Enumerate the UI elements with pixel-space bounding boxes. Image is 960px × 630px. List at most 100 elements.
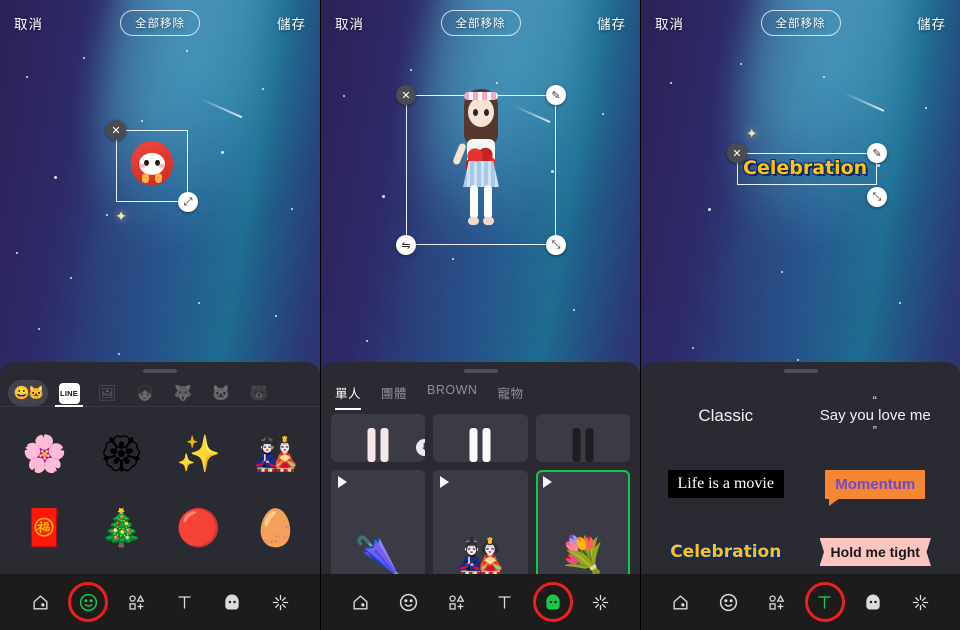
avatar-card-bouquet[interactable]: 💐	[535, 470, 630, 574]
pack-tab-4[interactable]: 🐱	[204, 380, 238, 406]
quote-text: Say you love me	[819, 407, 931, 425]
remove-all-button[interactable]: 全部移除	[120, 10, 200, 36]
sticker-item[interactable]: 🎄	[83, 491, 160, 565]
home-icon[interactable]	[25, 587, 55, 617]
tab-solo[interactable]: 單人	[335, 383, 362, 410]
sticker-object[interactable]: ✕ ⤢	[106, 120, 198, 212]
sparkle-icon[interactable]	[906, 587, 936, 617]
active-tool-highlight	[532, 582, 573, 622]
quote-open-mark: “	[872, 393, 878, 409]
save-button[interactable]: 儲存	[597, 13, 626, 33]
sticker-item[interactable]: 🎎	[237, 417, 314, 491]
tab-group[interactable]: 團體	[381, 383, 407, 410]
cancel-button[interactable]: 取消	[655, 13, 684, 33]
selection-box	[737, 153, 877, 185]
text-style-grid: Classic “ Say you love me ” Life is a mo…	[641, 373, 960, 574]
quote-close-mark: ”	[872, 422, 878, 438]
avatar-object[interactable]: ✕ ✎ ⇋ ⤡	[396, 85, 566, 255]
text-object[interactable]: Celebration ✕ ✎ ⤡	[727, 143, 887, 207]
flip-handle[interactable]: ⇋	[396, 235, 416, 255]
play-icon[interactable]	[542, 476, 552, 488]
shapes-add-icon[interactable]	[121, 587, 151, 617]
pack-tab-5[interactable]: 🐻	[242, 380, 276, 406]
avatar-skirt	[463, 161, 499, 187]
editor-header: 取消 全部移除 儲存	[321, 0, 640, 46]
text-style-quote[interactable]: “ Say you love me ”	[820, 385, 931, 447]
remove-all-button[interactable]: 全部移除	[760, 10, 841, 36]
avatar-face-icon[interactable]	[217, 587, 247, 617]
avatar-grid-row-top: ⬇	[321, 410, 640, 462]
delete-handle[interactable]: ✕	[106, 120, 126, 140]
sticker-picker-sheet: 😀🐱 LINE 🖼 👧 🐺 🐱 🐻 🌸 🏵 ✨ 🎎 🧧 🎄 🔴 🥚	[0, 362, 320, 574]
sticker-grid: 🌸 🏵 ✨ 🎎 🧧 🎄 🔴 🥚	[0, 407, 320, 569]
smiley-sticker-icon[interactable]	[68, 582, 108, 622]
sticker-item[interactable]: 🌸	[6, 417, 83, 491]
delete-handle[interactable]: ✕	[727, 143, 747, 163]
smiley-sticker-icon[interactable]	[714, 587, 744, 617]
cancel-button[interactable]: 取消	[335, 13, 364, 33]
daruma-sticker[interactable]	[131, 141, 173, 186]
home-icon[interactable]	[666, 587, 696, 617]
panel-stickers: ✦ ✦ 取消 全部移除 儲存	[0, 0, 320, 630]
sticker-item[interactable]: 🥚	[237, 491, 314, 565]
text-style-momentum[interactable]: Momentum	[825, 453, 926, 515]
sticker-item[interactable]: 🔴	[160, 491, 237, 565]
text-icon[interactable]	[169, 587, 199, 617]
save-button[interactable]: 儲存	[277, 13, 306, 33]
text-style-sheet: Classic “ Say you love me ” Life is a mo…	[641, 362, 960, 574]
bottom-toolbar	[321, 574, 640, 630]
play-icon[interactable]	[440, 476, 450, 488]
delete-handle[interactable]: ✕	[396, 85, 416, 105]
sticker-item[interactable]: 🧧	[6, 491, 83, 565]
text-icon[interactable]	[490, 587, 520, 617]
pack-tab-1[interactable]: 🖼	[90, 380, 124, 406]
avatar-card-umbrella[interactable]: 🌂	[331, 470, 426, 574]
text-style-classic[interactable]: Classic	[698, 385, 753, 447]
edit-handle[interactable]: ✎	[546, 85, 566, 105]
sticker-item[interactable]: 🏵	[83, 417, 160, 491]
avatar-face-icon[interactable]	[532, 582, 573, 622]
tab-pets[interactable]: 寵物	[497, 383, 523, 410]
bottom-toolbar	[0, 574, 320, 630]
recent-stickers-tab[interactable]: 😀🐱	[8, 380, 48, 406]
editor-header: 取消 全部移除 儲存	[0, 0, 320, 46]
active-tool-highlight	[804, 582, 845, 622]
avatar-thumb-legs-white[interactable]	[433, 414, 528, 462]
text-style-celebration[interactable]: Celebration	[670, 521, 781, 574]
avatar-grid-row-bottom: 🌂 🎎 💐	[321, 462, 640, 574]
home-icon[interactable]	[346, 587, 376, 617]
sparkle-star-small: ✦	[115, 207, 127, 224]
line-stickers-tab[interactable]: LINE	[52, 380, 86, 407]
remove-all-button[interactable]: 全部移除	[440, 10, 521, 36]
text-icon[interactable]	[804, 582, 845, 622]
resize-handle[interactable]: ⤡	[867, 187, 887, 207]
tab-brown[interactable]: BROWN	[427, 383, 477, 410]
sparkle-star-small: ✦	[746, 126, 758, 141]
sparkle-icon[interactable]	[586, 587, 616, 617]
avatar-thumb-legs-black[interactable]	[535, 414, 630, 462]
avatar-flower-crown	[464, 92, 498, 100]
sparkle-icon[interactable]	[265, 587, 295, 617]
pack-tab-2[interactable]: 👧	[128, 380, 162, 406]
edit-handle[interactable]: ✎	[867, 143, 887, 163]
screenshot-root: ✦ ✦ 取消 全部移除 儲存	[0, 0, 960, 630]
shapes-add-icon[interactable]	[762, 587, 792, 617]
resize-handle[interactable]: ⤢	[178, 192, 198, 212]
resize-handle[interactable]: ⤡	[546, 235, 566, 255]
sticker-item[interactable]: ✨	[160, 417, 237, 491]
avatar-thumb-legs-pink[interactable]: ⬇	[331, 414, 426, 462]
avatar-head	[468, 97, 494, 127]
play-icon[interactable]	[338, 476, 347, 488]
avatar-card-bazooka[interactable]: 🎎	[433, 470, 528, 574]
smiley-sticker-icon[interactable]	[394, 587, 424, 617]
text-style-life-is-a-movie[interactable]: Life is a movie	[667, 453, 784, 515]
cancel-button[interactable]: 取消	[14, 13, 43, 33]
download-icon[interactable]: ⬇	[416, 439, 426, 456]
save-button[interactable]: 儲存	[917, 13, 946, 33]
avatar-character[interactable]	[452, 89, 510, 237]
shapes-add-icon[interactable]	[442, 587, 472, 617]
panel-text: ✦ ✦ 取消 全部移除 儲存 Celebration ✕ ✎ ⤡	[640, 0, 960, 630]
avatar-face-icon[interactable]	[858, 587, 888, 617]
pack-tab-3[interactable]: 🐺	[166, 380, 200, 406]
text-style-hold-me-tight[interactable]: Hold me tight	[819, 521, 931, 574]
